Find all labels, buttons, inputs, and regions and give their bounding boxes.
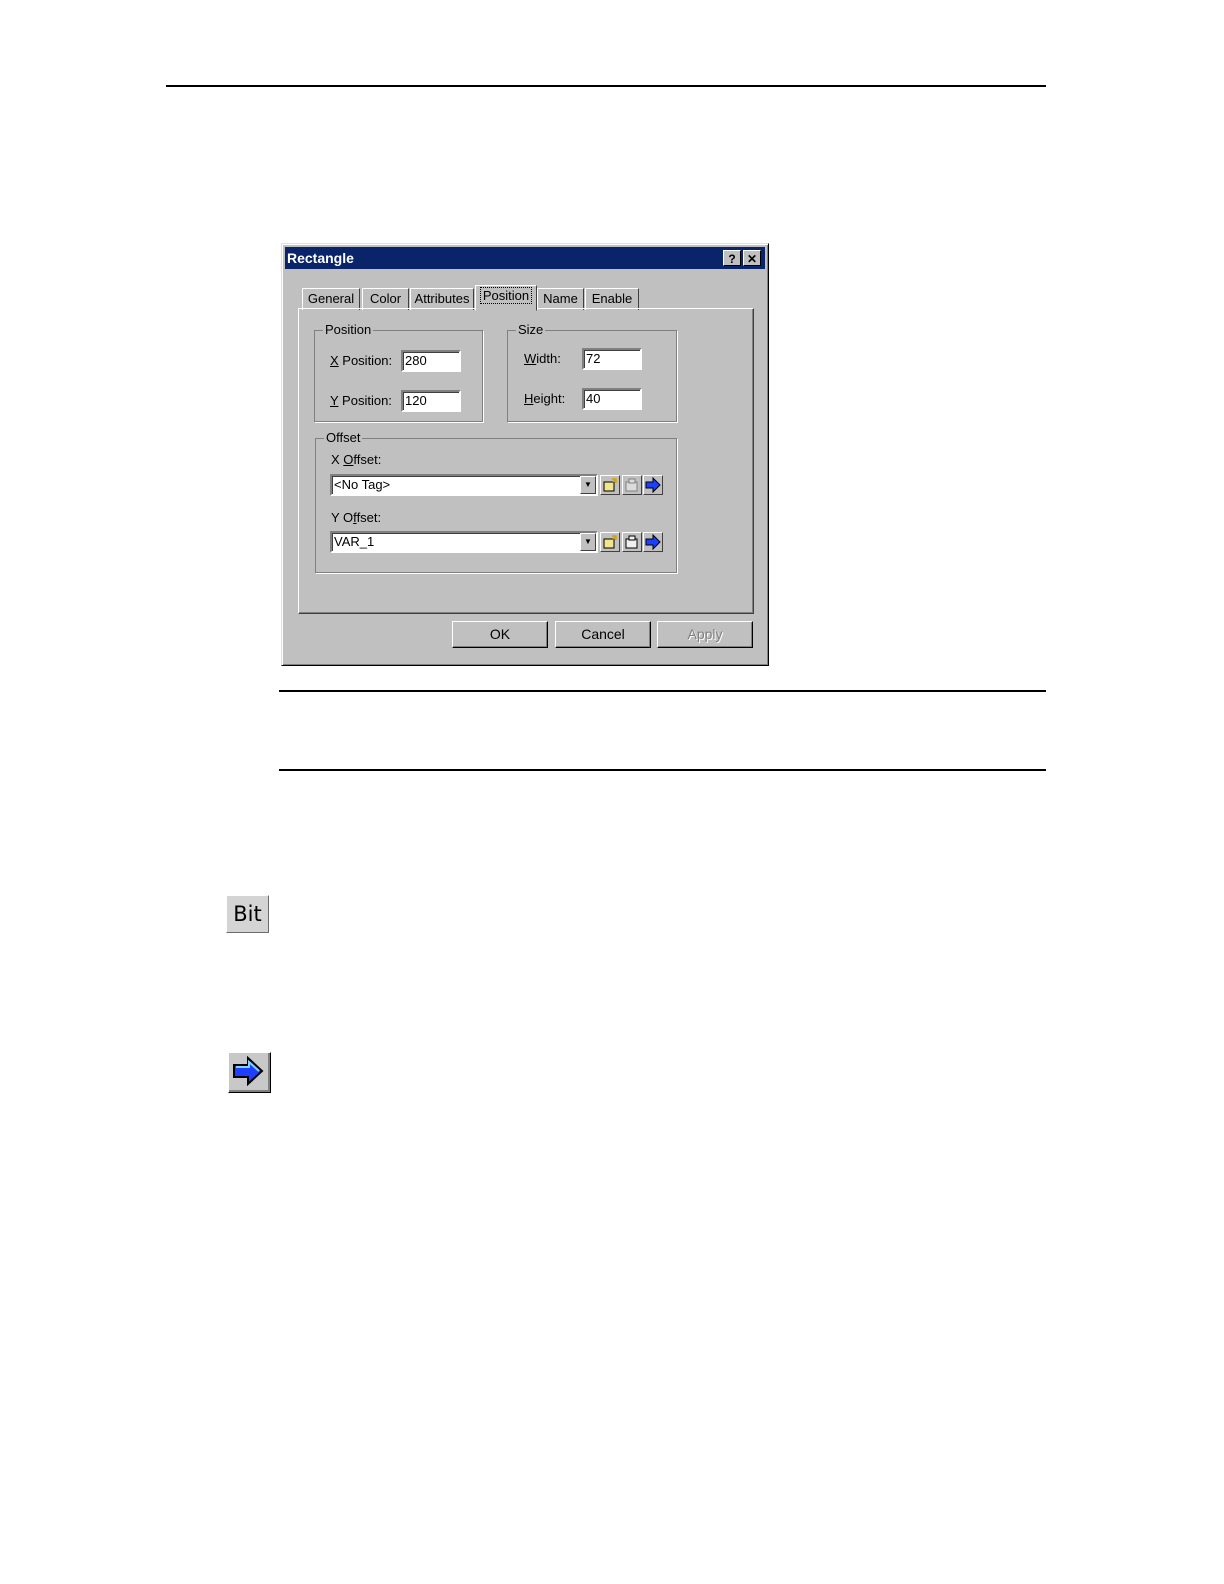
y-offset-value: VAR_1 (334, 534, 375, 549)
tab-panel-position: Position X Position: 280 Y Position: 120… (298, 308, 754, 614)
size-group-label: Size (516, 322, 546, 337)
x-offset-value: <No Tag> (334, 477, 391, 492)
x-offset-label: X Offset: (331, 452, 382, 467)
x-position-field[interactable]: 280 (401, 350, 461, 372)
width-label: Width: (524, 351, 561, 366)
tab-enable[interactable]: Enable (585, 288, 639, 310)
size-group: Size Width: 72 Height: 40 (507, 322, 677, 422)
tab-attributes[interactable]: Attributes (410, 288, 474, 310)
browse-arrow-button[interactable] (228, 1052, 271, 1093)
new-tag-icon (603, 535, 617, 549)
note-rule-top (279, 690, 1046, 692)
offset-group: Offset X Offset: <No Tag> ▼ Y Offset: VA… (315, 430, 677, 573)
note-rule-bottom (279, 769, 1046, 771)
new-tag-button[interactable] (600, 475, 620, 495)
offset-group-label: Offset (324, 430, 363, 445)
tab-position[interactable]: Position (475, 285, 537, 311)
position-group-label: Position (323, 322, 374, 337)
edit-tag-icon (625, 478, 638, 492)
bit-button[interactable]: Bit (226, 895, 269, 933)
edit-tag-button[interactable] (622, 532, 642, 552)
tab-general[interactable]: General (302, 288, 360, 310)
edit-tag-icon (625, 535, 638, 549)
width-field[interactable]: 72 (582, 348, 642, 370)
height-field[interactable]: 40 (582, 388, 642, 410)
tab-name[interactable]: Name (537, 288, 584, 310)
tab-color[interactable]: Color (362, 288, 409, 310)
edit-tag-button[interactable] (622, 475, 642, 495)
new-tag-button[interactable] (600, 532, 620, 552)
arrow-right-icon (645, 533, 661, 551)
y-offset-combo[interactable]: VAR_1 ▼ (330, 531, 598, 553)
x-position-label: X Position: (330, 353, 393, 368)
rectangle-dialog: Rectangle ? ✕ General Color Attributes P… (281, 243, 769, 666)
chevron-down-icon[interactable]: ▼ (580, 533, 596, 551)
browse-tag-button[interactable] (643, 532, 663, 552)
y-position-label: Y Position: (330, 393, 392, 408)
chevron-down-icon[interactable]: ▼ (580, 476, 596, 494)
ok-button[interactable]: OK (452, 621, 548, 648)
height-label: Height: (524, 391, 566, 406)
arrow-right-icon (645, 476, 661, 494)
dialog-title: Rectangle (287, 250, 354, 266)
apply-button[interactable]: Apply (657, 621, 753, 648)
browse-tag-button[interactable] (643, 475, 663, 495)
close-button[interactable]: ✕ (743, 250, 761, 266)
position-group: Position X Position: 280 Y Position: 120 (314, 322, 483, 422)
dialog-titlebar: Rectangle ? ✕ (285, 247, 765, 269)
help-button[interactable]: ? (723, 250, 741, 266)
y-position-field[interactable]: 120 (401, 390, 461, 412)
cancel-button[interactable]: Cancel (555, 621, 651, 648)
new-tag-icon (603, 478, 617, 492)
arrow-right-icon (233, 1055, 264, 1087)
x-offset-combo[interactable]: <No Tag> ▼ (330, 474, 598, 496)
header-rule (166, 85, 1046, 87)
y-offset-label: Y Offset: (331, 510, 382, 525)
